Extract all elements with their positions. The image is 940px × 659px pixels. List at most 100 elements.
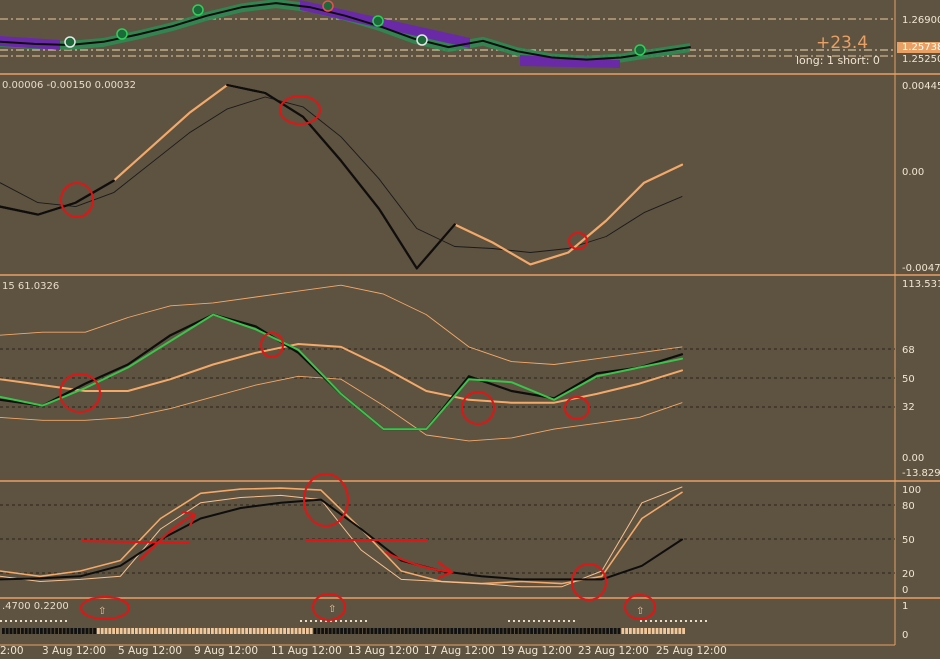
signal-dot <box>645 620 647 622</box>
signal-dot <box>310 620 312 622</box>
signal-square <box>328 628 332 634</box>
signal-dot <box>335 620 337 622</box>
signal-dot <box>345 620 347 622</box>
signal-square <box>233 628 237 634</box>
rsi-line <box>0 313 684 431</box>
signal-square <box>93 628 96 634</box>
signal-dot <box>518 620 520 622</box>
signal-square <box>670 628 674 634</box>
signal-dot <box>365 620 367 622</box>
signal-square <box>530 628 533 634</box>
rsi-signal-line <box>0 313 683 431</box>
signal-square <box>663 628 666 634</box>
signal-square <box>21 628 24 634</box>
signal-square <box>579 628 583 634</box>
signal-square <box>290 628 294 634</box>
signal-square <box>59 628 62 634</box>
signal-square <box>541 628 545 634</box>
signal-square <box>85 628 89 634</box>
signal-square <box>100 628 104 634</box>
signal-square <box>503 628 507 634</box>
signal-dot <box>320 620 322 622</box>
signal-square <box>123 628 127 634</box>
signal-square <box>545 628 549 634</box>
signal-square <box>431 628 435 634</box>
signal-dot <box>675 620 677 622</box>
signal-square <box>416 628 419 634</box>
signal-square <box>636 628 640 634</box>
signal-square <box>146 628 150 634</box>
signal-square <box>192 628 195 634</box>
signal-dot <box>523 620 525 622</box>
signal-square <box>496 628 499 634</box>
signal-dot <box>543 620 545 622</box>
signal-square <box>499 628 503 634</box>
signal-square <box>150 628 153 634</box>
signal-dot <box>508 620 510 622</box>
signal-square <box>366 628 370 634</box>
signal-dot <box>640 620 642 622</box>
signal-square <box>211 628 214 634</box>
signal-square <box>587 628 590 634</box>
signal-square <box>393 628 397 634</box>
signal-square <box>47 628 51 634</box>
signal-square <box>260 628 264 634</box>
signal-square <box>583 628 587 634</box>
signal-square <box>176 628 180 634</box>
signal-square <box>294 628 298 634</box>
signal-square <box>682 628 685 634</box>
signal-square <box>534 628 537 634</box>
signal-dot <box>685 620 687 622</box>
signal-square <box>420 628 423 634</box>
signal-square <box>591 628 594 634</box>
signal-dot <box>553 620 555 622</box>
signal-square <box>24 628 28 634</box>
arrow-icon: ⇧ <box>98 606 106 617</box>
signal-square <box>355 628 359 634</box>
signal-square <box>188 628 191 634</box>
signal-square <box>648 628 651 634</box>
signal-square <box>450 628 454 634</box>
signal-square <box>249 628 252 634</box>
signal-square <box>230 628 233 634</box>
signal-dot <box>513 620 515 622</box>
signal-square <box>104 628 108 634</box>
chart-canvas[interactable]: ⇧ ⇧ ⇧ <box>0 0 940 659</box>
signal-square <box>469 628 473 634</box>
signal-dot <box>60 620 62 622</box>
signal-square <box>214 628 218 634</box>
signal-square <box>439 628 442 634</box>
signal-square <box>36 628 39 634</box>
signal-square <box>17 628 20 634</box>
signal-square <box>553 628 556 634</box>
signal-square <box>427 628 431 634</box>
arrow-icon: ⇧ <box>636 606 644 617</box>
signal-square <box>78 628 81 634</box>
signal-square <box>302 628 305 634</box>
signal-square <box>203 628 207 634</box>
signal-dot <box>563 620 565 622</box>
signal-dot <box>705 620 707 622</box>
signal-square <box>632 628 636 634</box>
signal-square <box>484 628 488 634</box>
signal-square <box>606 628 609 634</box>
signal-square <box>518 628 522 634</box>
annotation-circle <box>564 396 590 420</box>
annotation-line <box>81 540 191 544</box>
signal-square <box>556 628 560 634</box>
signal-square <box>13 628 17 634</box>
signal-square <box>659 628 663 634</box>
signal-square <box>667 628 670 634</box>
signal-square <box>461 628 465 634</box>
signal-square <box>313 628 317 634</box>
signal-square <box>594 628 598 634</box>
signal-dot <box>573 620 575 622</box>
signal-dot <box>700 620 702 622</box>
stoch-d-line <box>0 486 683 588</box>
signal-square <box>332 628 336 634</box>
signal-dot <box>65 620 67 622</box>
signal-square <box>458 628 461 634</box>
signal-square <box>389 628 393 634</box>
signal-square <box>218 628 222 634</box>
signal-square <box>222 628 226 634</box>
